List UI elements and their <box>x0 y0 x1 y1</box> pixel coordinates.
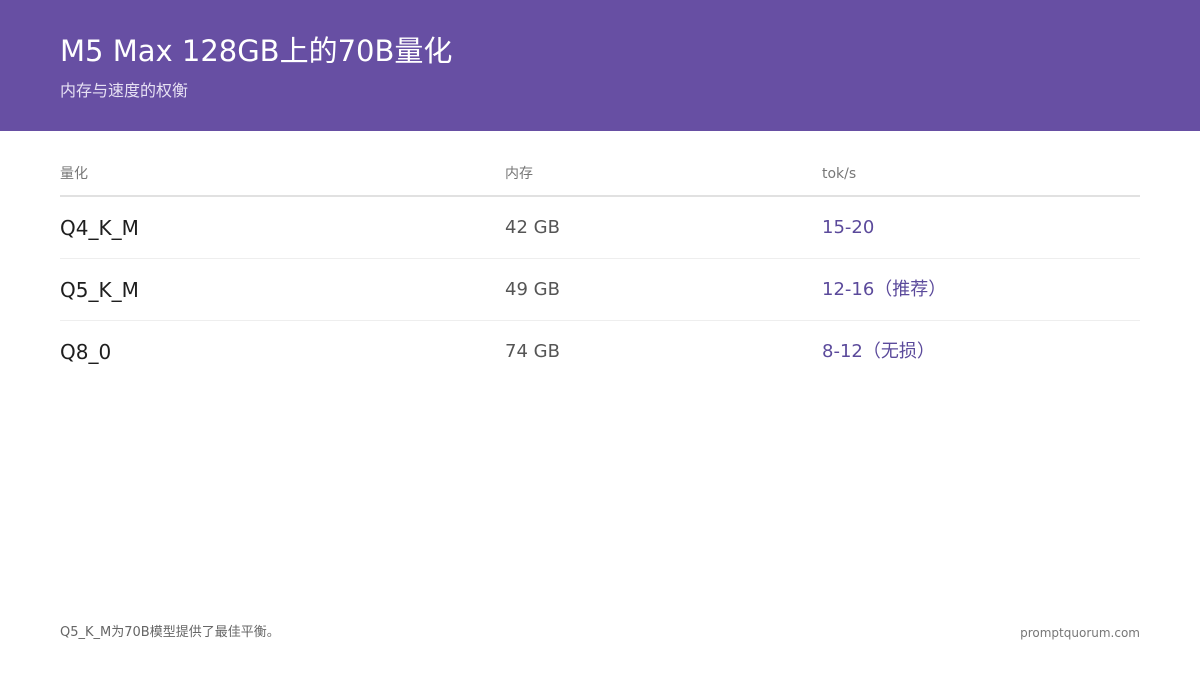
memory-cell: 42 GB <box>505 217 560 238</box>
quantization-cell: Q5_K_M <box>60 278 139 302</box>
quantization-table: 量化 内存 tok/s Q4_K_M 42 GB 15-20 Q5_K_M 49… <box>60 158 1140 382</box>
table-row: Q8_0 74 GB 8-12（无损） <box>60 321 1140 382</box>
column-header-tokens-per-second: tok/s <box>822 166 857 182</box>
footer-brand: promptquorum.com <box>1020 626 1140 640</box>
header-banner: M5 Max 128GB上的70B量化 内存与速度的权衡 <box>0 0 1200 131</box>
footer-note: Q5_K_M为70B模型提供了最佳平衡。 <box>60 625 280 640</box>
memory-cell: 49 GB <box>505 279 560 300</box>
table-header: 量化 内存 tok/s <box>60 158 1140 197</box>
page-subtitle: 内存与速度的权衡 <box>60 81 189 100</box>
column-header-memory: 内存 <box>505 166 533 182</box>
speed-cell: 12-16（推荐） <box>822 279 947 300</box>
speed-cell: 15-20 <box>822 217 875 238</box>
table-row: Q4_K_M 42 GB 15-20 <box>60 197 1140 259</box>
table-row: Q5_K_M 49 GB 12-16（推荐） <box>60 259 1140 321</box>
speed-cell: 8-12（无损） <box>822 341 935 362</box>
page-title: M5 Max 128GB上的70B量化 <box>60 34 453 68</box>
quantization-cell: Q4_K_M <box>60 216 139 240</box>
quantization-cell: Q8_0 <box>60 340 112 364</box>
column-header-quantization: 量化 <box>60 166 88 182</box>
memory-cell: 74 GB <box>505 341 560 362</box>
